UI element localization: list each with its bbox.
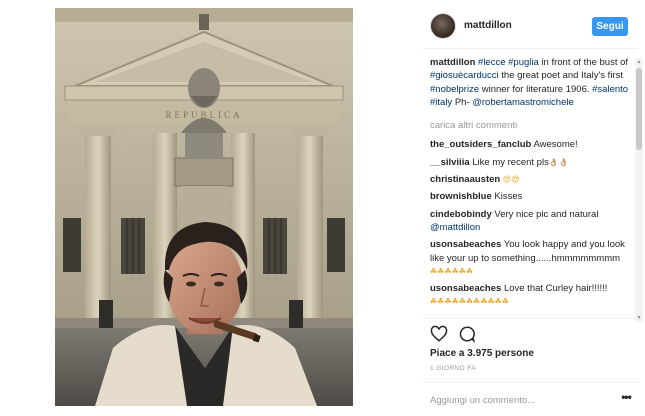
post-photo[interactable]: REPUBLICA (55, 8, 353, 406)
header-divider (422, 48, 638, 49)
comment-text: in front of the bust of (538, 57, 629, 68)
hashtag-link[interactable]: #salento (592, 84, 628, 95)
post-header: mattdillon Segui (422, 8, 638, 44)
comment-box-divider (422, 382, 638, 383)
comment-text: Kisses (494, 191, 523, 203)
scroll-thumb[interactable] (636, 68, 642, 150)
likes-count[interactable]: Piace a 3.975 persone (430, 348, 534, 359)
comment-item: christinaausten 😍😍 (430, 173, 630, 186)
heart-icon[interactable] (430, 325, 448, 343)
comment-text: Like my recent pls (472, 156, 549, 168)
more-options-icon[interactable]: ••• (618, 390, 634, 404)
comment-username[interactable]: cindebobindy (430, 209, 492, 220)
load-more-comments-link[interactable]: carica altri commenti (430, 119, 630, 132)
emoji-text: 😍😍 (502, 175, 520, 185)
comment-username[interactable]: christinaausten (430, 174, 500, 185)
follow-button[interactable]: Segui (592, 17, 628, 36)
comments-scrollbar[interactable]: ▲ ▼ (635, 58, 643, 322)
comment-username[interactable]: __silviiia (430, 157, 470, 168)
hashtag-link[interactable]: #puglia (508, 57, 539, 68)
post-actions (430, 323, 630, 345)
header-username[interactable]: mattdillon (464, 20, 512, 31)
actions-divider (422, 318, 638, 319)
hashtag-link[interactable]: @mattdillon (430, 222, 480, 233)
add-comment-input[interactable] (430, 393, 610, 407)
comments-list: mattdillon #lecce #puglia in front of th… (430, 56, 630, 324)
post-date: 1 GIORNO FA (430, 365, 476, 372)
comment-item: the_outsiders_fanclub Awesome! (430, 138, 630, 151)
scroll-up-arrow-icon[interactable]: ▲ (636, 59, 642, 65)
comment-item: usonsabeaches You look happy and you loo… (430, 238, 630, 278)
caption-username[interactable]: mattdillon (430, 57, 475, 68)
comment-item: cindebobindy Very nice pic and natural @… (430, 208, 630, 235)
emoji-text: 👌🏼👌🏼 (548, 157, 569, 167)
hashtag-link[interactable]: #nobelprize (430, 84, 479, 95)
post-photo-illustration: REPUBLICA (55, 8, 353, 406)
comment-text: Very nice pic and natural (494, 208, 599, 220)
emoji-text: ☘☘☘☘☘☘☘☘☘☘☘ (430, 297, 509, 307)
post-caption: mattdillon #lecce #puglia in front of th… (430, 56, 630, 109)
comment-item: brownishblue Kisses (430, 190, 630, 203)
emoji-text: ☘☘☘☘☘☘ (430, 266, 474, 276)
comment-bubble-icon[interactable] (458, 325, 476, 344)
comment-text: winner for literature 1906. (479, 83, 593, 95)
hashtag-link[interactable]: #giosuècarducci (430, 70, 499, 81)
comment-item: usonsabeaches Love that Curley hair!!!!!… (430, 282, 630, 309)
avatar[interactable] (430, 13, 456, 39)
comment-text: Ph- (452, 96, 473, 108)
comment-username[interactable]: usonsabeaches (430, 239, 501, 250)
comment-username[interactable]: the_outsiders_fanclub (430, 139, 531, 150)
comment-item: __silviiia Like my recent pls 👌🏼👌🏼 (430, 156, 630, 169)
hashtag-link[interactable]: #italy (430, 97, 452, 108)
comment-text: Awesome! (533, 139, 578, 151)
comment-text: Love that Curley hair!!!!!! (503, 283, 608, 295)
comment-username[interactable]: brownishblue (430, 191, 492, 202)
hashtag-link[interactable]: #lecce (478, 57, 505, 68)
comment-username[interactable]: usonsabeaches (430, 283, 501, 294)
comment-text: the great poet and Italy's first (498, 70, 623, 82)
hashtag-link[interactable]: @robertamastromichele (472, 97, 574, 108)
post-sidebar: mattdillon Segui mattdillon #lecce #pugl… (422, 8, 645, 408)
